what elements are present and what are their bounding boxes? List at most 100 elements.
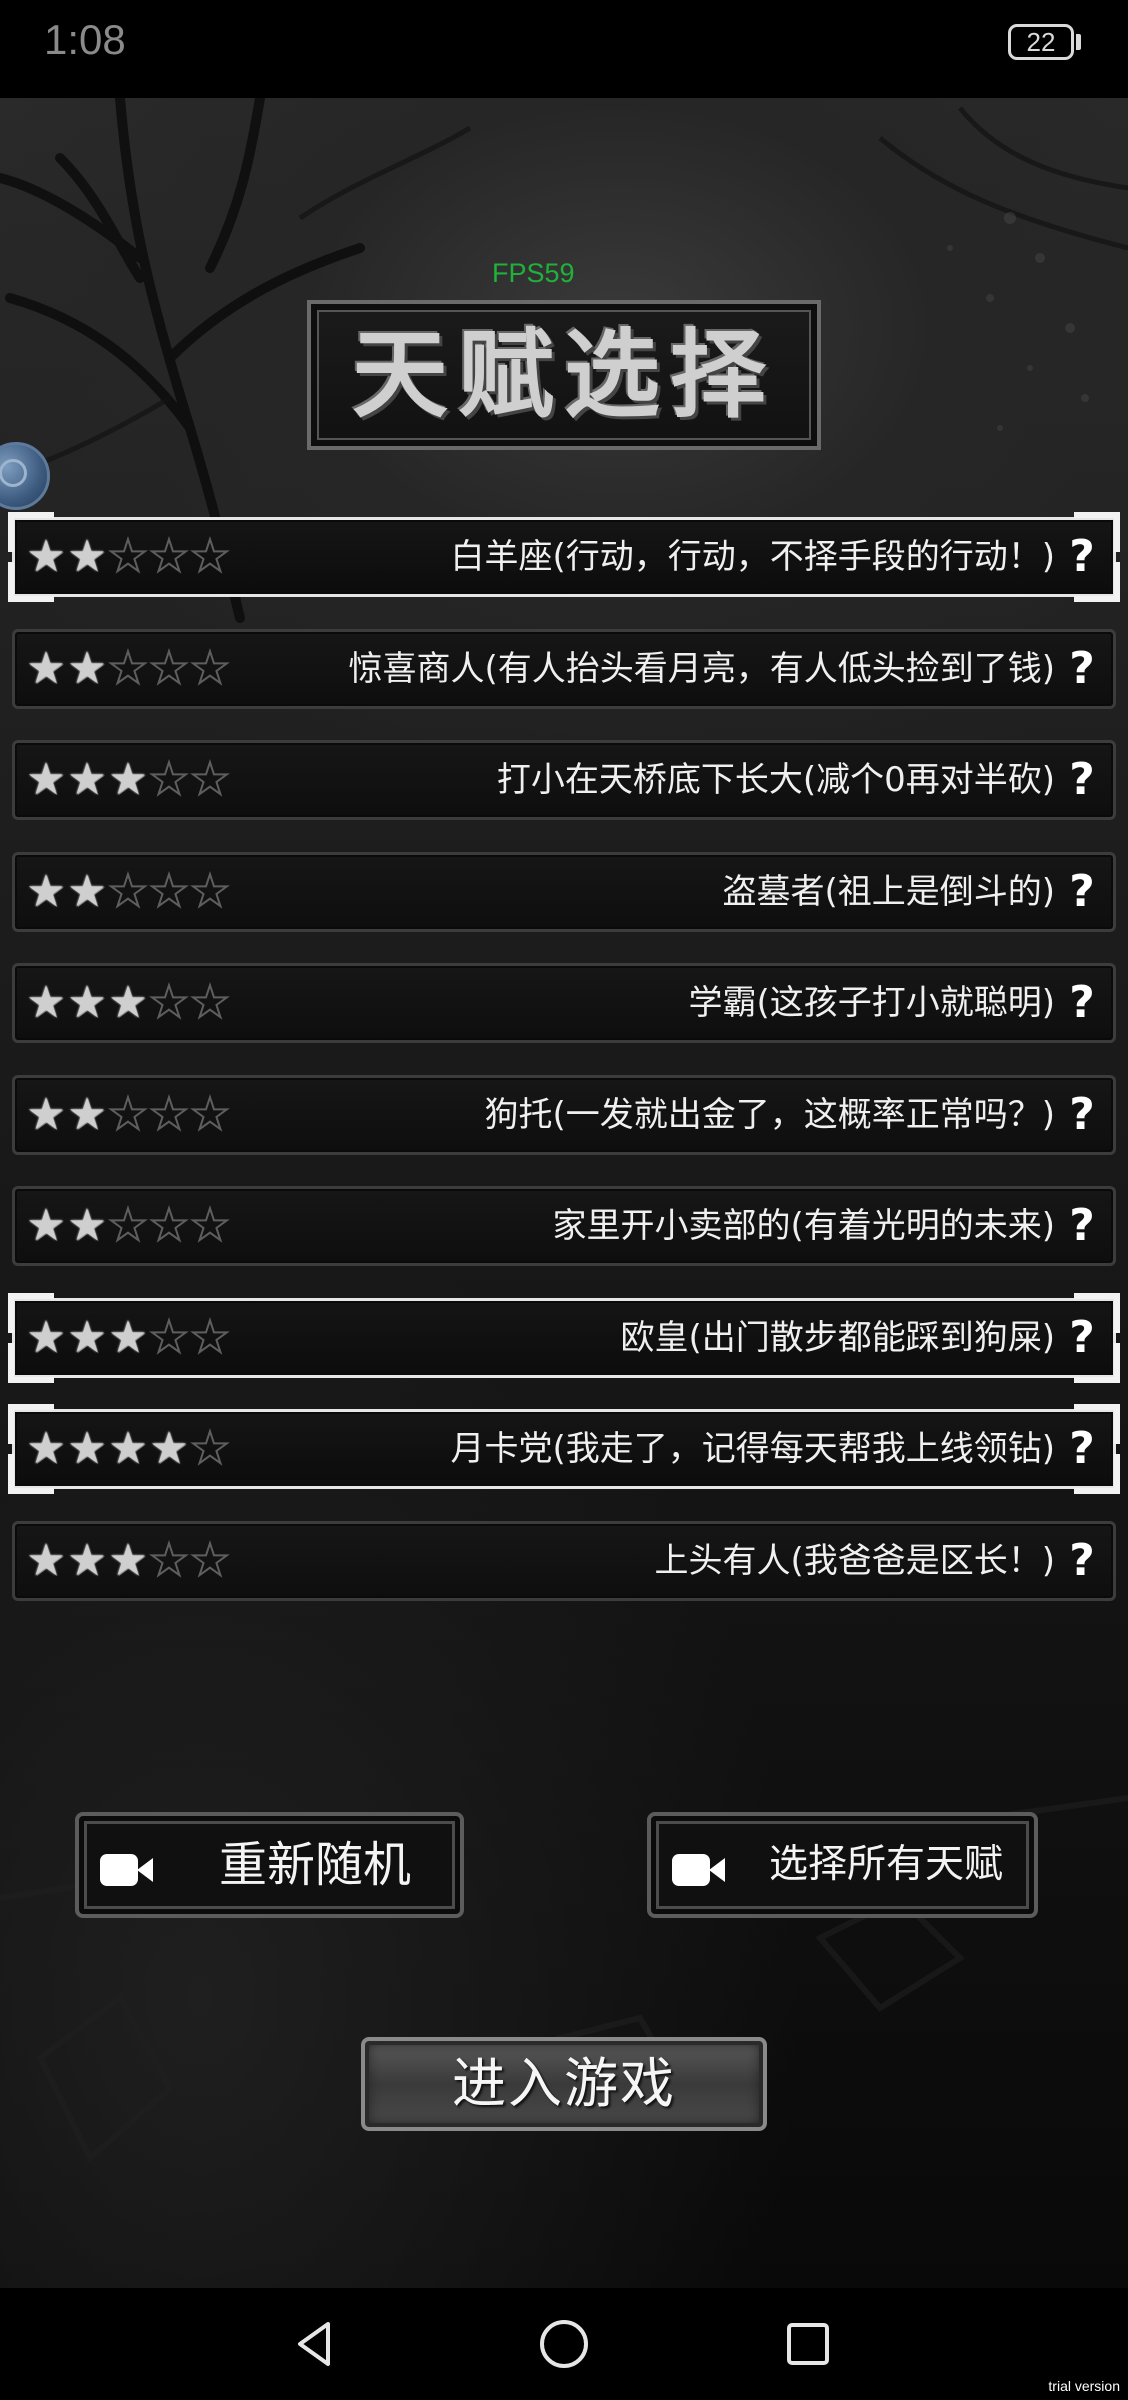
star-empty-icon: ★ <box>148 531 189 582</box>
talent-label: 白羊座(行动，行动，不择手段的行动！) <box>450 537 1055 577</box>
star-rating: ★ ★ ★ ★ ★ <box>25 1089 230 1140</box>
question-mark-icon[interactable]: ? <box>1065 1201 1099 1251</box>
star-filled-icon: ★ <box>26 1089 66 1140</box>
star-empty-icon: ★ <box>148 643 189 694</box>
game-screen: 1:08 22 FPS59 天赋选择 ★ ★ ★ ★ ★ 白羊座(行动，行动，不… <box>0 0 1128 2400</box>
star-filled-icon: ★ <box>26 643 66 694</box>
question-mark-icon[interactable]: ? <box>1065 644 1099 694</box>
star-filled-icon: ★ <box>67 1089 107 1140</box>
talent-row[interactable]: ★ ★ ★ ★ ★ 盗墓者(祖上是倒斗的)? <box>12 852 1116 932</box>
talent-row[interactable]: ★ ★ ★ ★ ★ 家里开小卖部的(有着光明的未来)? <box>12 1186 1116 1266</box>
star-filled-icon: ★ <box>67 866 107 917</box>
star-filled-icon: ★ <box>108 1423 148 1474</box>
star-empty-icon: ★ <box>189 754 230 805</box>
talent-row[interactable]: ★ ★ ★ ★ ★ 上头有人(我爸爸是区长！)? <box>12 1521 1116 1601</box>
page-title: 天赋选择 <box>352 319 776 431</box>
question-mark-icon[interactable]: ? <box>1065 755 1099 805</box>
talent-label: 欧皇(出门散步都能踩到狗屎) <box>620 1318 1055 1358</box>
talent-row[interactable]: ★ ★ ★ ★ ★ 学霸(这孩子打小就聪明)? <box>12 963 1116 1043</box>
star-filled-icon: ★ <box>26 1423 66 1474</box>
star-filled-icon: ★ <box>26 977 66 1028</box>
select-all-talents-button[interactable]: 选择所有天赋 <box>647 1812 1038 1918</box>
star-empty-icon: ★ <box>189 1535 230 1586</box>
star-filled-icon: ★ <box>67 1200 107 1251</box>
talent-label: 盗墓者(祖上是倒斗的) <box>722 872 1055 912</box>
status-time: 1:08 <box>44 16 126 63</box>
talent-row[interactable]: ★ ★ ★ ★ ★ 月卡党(我走了，记得每天帮我上线领钻)? <box>8 1404 1120 1494</box>
talent-row[interactable]: ★ ★ ★ ★ ★ 打小在天桥底下长大(减个0再对半砍)? <box>12 740 1116 820</box>
question-mark-icon[interactable]: ? <box>1065 532 1099 582</box>
talent-row[interactable]: ★ ★ ★ ★ ★ 白羊座(行动，行动，不择手段的行动！)? <box>8 512 1120 602</box>
enter-game-label: 进入游戏 <box>452 2052 676 2115</box>
title-banner: 天赋选择 <box>307 300 821 450</box>
star-empty-icon: ★ <box>148 1535 189 1586</box>
battery-tip <box>1076 34 1081 50</box>
star-filled-icon: ★ <box>26 1200 66 1251</box>
star-empty-icon: ★ <box>148 1089 189 1140</box>
star-rating: ★ ★ ★ ★ ★ <box>25 1423 230 1474</box>
star-empty-icon: ★ <box>148 1200 189 1251</box>
star-filled-icon: ★ <box>26 866 66 917</box>
star-filled-icon: ★ <box>26 754 66 805</box>
question-mark-icon[interactable]: ? <box>1065 1090 1099 1140</box>
talent-row[interactable]: ★ ★ ★ ★ ★ 狗托(一发就出金了，这概率正常吗？)? <box>12 1075 1116 1155</box>
watermark-text: trial version <box>1048 2378 1120 2394</box>
star-rating: ★ ★ ★ ★ ★ <box>25 1535 230 1586</box>
question-mark-icon[interactable]: ? <box>1065 1536 1099 1586</box>
talent-label: 上头有人(我爸爸是区长！) <box>654 1541 1055 1581</box>
talent-label: 家里开小卖部的(有着光明的未来) <box>552 1206 1055 1246</box>
talent-row[interactable]: ★ ★ ★ ★ ★ 欧皇(出门散步都能踩到狗屎)? <box>8 1293 1120 1383</box>
star-empty-icon: ★ <box>148 754 189 805</box>
star-filled-icon: ★ <box>67 1312 107 1363</box>
star-filled-icon: ★ <box>108 1535 148 1586</box>
talent-label: 狗托(一发就出金了，这概率正常吗？) <box>484 1095 1055 1135</box>
recent-apps-icon[interactable] <box>780 2316 836 2372</box>
fps-counter: FPS59 <box>492 258 575 288</box>
battery-icon: 22 <box>1008 24 1074 60</box>
question-mark-icon[interactable]: ? <box>1065 978 1099 1028</box>
star-empty-icon: ★ <box>148 866 189 917</box>
star-empty-icon: ★ <box>189 1312 230 1363</box>
star-filled-icon: ★ <box>108 977 148 1028</box>
star-filled-icon: ★ <box>149 1423 189 1474</box>
question-mark-icon[interactable]: ? <box>1065 867 1099 917</box>
star-filled-icon: ★ <box>26 1535 66 1586</box>
talent-label: 打小在天桥底下长大(减个0再对半砍) <box>496 760 1055 800</box>
star-empty-icon: ★ <box>107 866 148 917</box>
star-empty-icon: ★ <box>107 643 148 694</box>
star-rating: ★ ★ ★ ★ ★ <box>25 531 230 582</box>
star-rating: ★ ★ ★ ★ ★ <box>25 1200 230 1251</box>
star-empty-icon: ★ <box>107 1089 148 1140</box>
star-filled-icon: ★ <box>108 1312 148 1363</box>
back-icon[interactable] <box>288 2316 344 2372</box>
home-icon[interactable] <box>536 2316 592 2372</box>
question-mark-icon[interactable]: ? <box>1065 1313 1099 1363</box>
status-bar: 1:08 22 <box>0 0 1128 98</box>
star-filled-icon: ★ <box>67 531 107 582</box>
star-rating: ★ ★ ★ ★ ★ <box>25 1312 230 1363</box>
talent-row[interactable]: ★ ★ ★ ★ ★ 惊喜商人(有人抬头看月亮，有人低头捡到了钱)? <box>12 629 1116 709</box>
video-camera-icon <box>100 1854 153 1886</box>
video-camera-icon <box>672 1854 725 1886</box>
star-empty-icon: ★ <box>148 977 189 1028</box>
star-filled-icon: ★ <box>67 643 107 694</box>
star-empty-icon: ★ <box>107 531 148 582</box>
star-filled-icon: ★ <box>108 754 148 805</box>
star-rating: ★ ★ ★ ★ ★ <box>25 977 230 1028</box>
star-empty-icon: ★ <box>189 643 230 694</box>
talent-label: 学霸(这孩子打小就聪明) <box>688 983 1055 1023</box>
star-empty-icon: ★ <box>189 1423 230 1474</box>
star-rating: ★ ★ ★ ★ ★ <box>25 754 230 805</box>
talent-label: 月卡党(我走了，记得每天帮我上线领钻) <box>450 1429 1055 1469</box>
star-rating: ★ ★ ★ ★ ★ <box>25 643 230 694</box>
star-filled-icon: ★ <box>67 977 107 1028</box>
system-nav-bar: trial version <box>0 2288 1128 2400</box>
assist-icon <box>0 459 27 487</box>
star-empty-icon: ★ <box>189 531 230 582</box>
reroll-button[interactable]: 重新随机 <box>75 1812 464 1918</box>
question-mark-icon[interactable]: ? <box>1065 1424 1099 1474</box>
star-filled-icon: ★ <box>67 1535 107 1586</box>
star-empty-icon: ★ <box>189 1200 230 1251</box>
reroll-label: 重新随机 <box>219 1837 412 1893</box>
enter-game-button[interactable]: 进入游戏 <box>361 2037 767 2131</box>
